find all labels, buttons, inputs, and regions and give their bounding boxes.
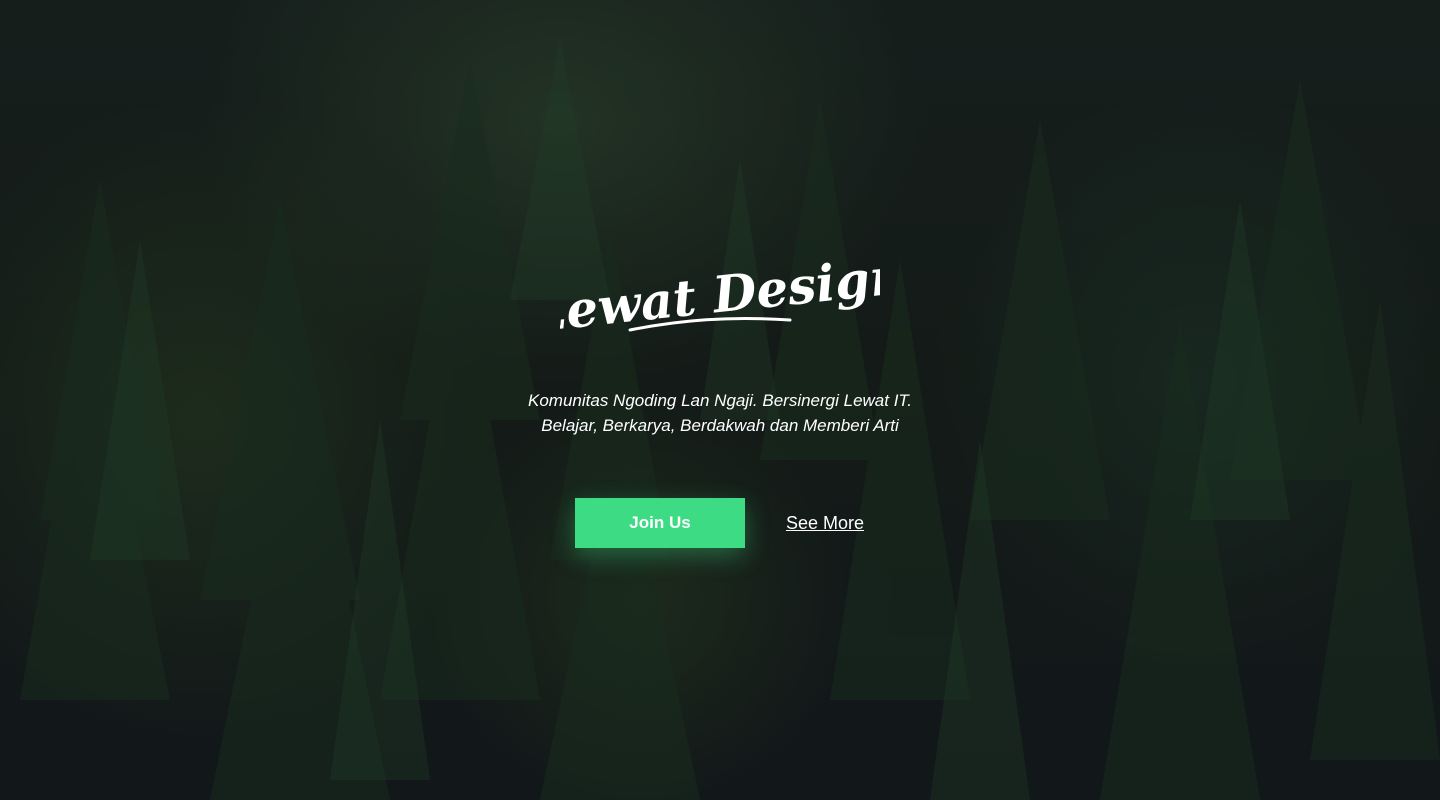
hero-section: Lewat Design Komunitas Ngoding Lan Ngaji…: [0, 0, 1440, 800]
hero-tagline: Komunitas Ngoding Lan Ngaji. Bersinergi …: [420, 388, 1020, 438]
brand-logo: Lewat Design: [560, 250, 880, 344]
tagline-line-2: Belajar, Berkarya, Berdakwah dan Memberi…: [541, 416, 899, 435]
join-us-button[interactable]: Join Us: [575, 498, 745, 548]
see-more-link[interactable]: See More: [775, 510, 875, 536]
logo-text: Lewat Design: [560, 250, 880, 344]
tagline-line-1: Komunitas Ngoding Lan Ngaji. Bersinergi …: [528, 391, 912, 410]
hero-content: Lewat Design Komunitas Ngoding Lan Ngaji…: [0, 0, 1440, 800]
